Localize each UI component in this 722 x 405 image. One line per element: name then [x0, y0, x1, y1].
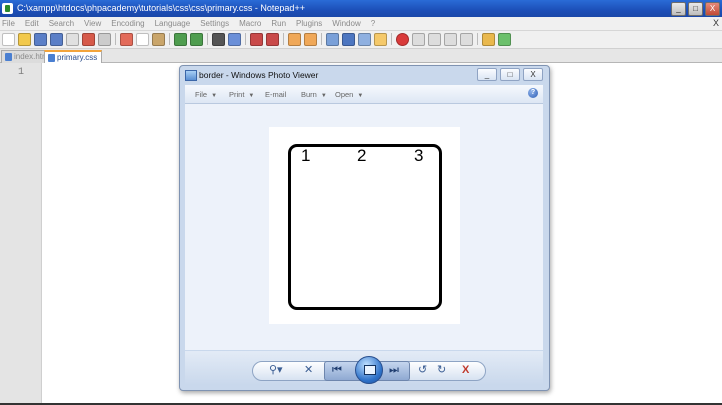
close-all-icon[interactable]: [82, 33, 95, 46]
undo-icon[interactable]: [174, 33, 187, 46]
toolbar-separator: [207, 33, 208, 45]
menu-search[interactable]: Search: [49, 19, 74, 28]
toolbar-separator: [115, 33, 116, 45]
menu-encoding[interactable]: Encoding: [111, 19, 144, 28]
help-icon[interactable]: ?: [528, 88, 538, 98]
zoom-icon[interactable]: ⚲▾: [269, 364, 283, 376]
toolbar-separator: [391, 33, 392, 45]
close-file-icon[interactable]: [66, 33, 79, 46]
slideshow-button[interactable]: [355, 356, 383, 384]
chevron-down-icon: ▼: [357, 93, 364, 99]
line-number: 1: [18, 67, 25, 78]
paste-icon[interactable]: [152, 33, 165, 46]
close-button[interactable]: X: [705, 2, 720, 16]
save-macro-icon[interactable]: [460, 33, 473, 46]
file-icon: [48, 54, 55, 62]
indent-guide-icon[interactable]: [358, 33, 371, 46]
viewer-menu-open[interactable]: Open ▼: [335, 90, 363, 99]
menu-edit[interactable]: Edit: [25, 19, 39, 28]
file-icon: [5, 53, 12, 61]
viewer-menu-file[interactable]: File ▼: [195, 90, 217, 99]
show-all-chars-icon[interactable]: [342, 33, 355, 46]
viewer-minimize-button[interactable]: _: [477, 68, 497, 81]
menu-view[interactable]: View: [84, 19, 101, 28]
viewer-close-button[interactable]: X: [523, 68, 543, 81]
viewer-menu-print[interactable]: Print ▼: [229, 90, 254, 99]
notepad-title-bar: C:\xampp\htdocs\phpacademy\tutorials\css…: [0, 0, 722, 17]
chevron-down-icon: ▼: [211, 93, 218, 99]
copy-icon[interactable]: [136, 33, 149, 46]
photo-viewer-controls: ⚲▾ ✕ ⏮ ⏭ ↺ ↻ X: [185, 351, 543, 385]
photo-viewer-menu-bar: File ▼ Print ▼ E-mail Burn ▼ Open ▼ ?: [185, 85, 543, 104]
record-macro-icon[interactable]: [396, 33, 409, 46]
photo-viewer-app-icon: [185, 70, 197, 81]
menu-language[interactable]: Language: [155, 19, 191, 28]
box-number-1: 1: [301, 146, 311, 165]
zoom-in-icon[interactable]: [250, 33, 263, 46]
line-number-gutter: 1: [0, 63, 42, 403]
notepad-toolbar: [0, 31, 722, 49]
minimize-button[interactable]: _: [671, 2, 686, 16]
box-number-2: 2: [357, 146, 367, 165]
user-language-icon[interactable]: [374, 33, 387, 46]
displayed-image: 1 2 3: [269, 127, 460, 324]
tab-label: primary.css: [57, 53, 98, 62]
replace-icon[interactable]: [228, 33, 241, 46]
find-icon[interactable]: [212, 33, 225, 46]
redo-icon[interactable]: [190, 33, 203, 46]
document-tab-bar: index.html primary.css: [0, 49, 722, 64]
menu-window[interactable]: Window: [332, 19, 360, 28]
toolbar-separator: [169, 33, 170, 45]
next-icon[interactable]: ⏭: [389, 364, 399, 376]
zoom-out-icon[interactable]: [266, 33, 279, 46]
menu-file[interactable]: File: [2, 19, 15, 28]
word-wrap-icon[interactable]: [326, 33, 339, 46]
print-icon[interactable]: [98, 33, 111, 46]
actual-size-icon[interactable]: ✕: [304, 364, 313, 376]
play-multiple-macro-icon[interactable]: [444, 33, 457, 46]
toolbar-separator: [283, 33, 284, 45]
image-display-area: 1 2 3: [185, 104, 543, 350]
photo-viewer-title: border - Windows Photo Viewer: [199, 70, 319, 80]
open-file-icon[interactable]: [18, 33, 31, 46]
notepad-window-title: C:\xampp\htdocs\phpacademy\tutorials\css…: [17, 3, 305, 13]
toolbar-separator: [477, 33, 478, 45]
cut-icon[interactable]: [120, 33, 133, 46]
menu-settings[interactable]: Settings: [200, 19, 229, 28]
rotate-counterclockwise-icon[interactable]: ↺: [418, 364, 427, 376]
stop-macro-icon[interactable]: [412, 33, 425, 46]
box-number-3: 3: [414, 146, 424, 165]
menu-run[interactable]: Run: [271, 19, 286, 28]
menu-plugins[interactable]: Plugins: [296, 19, 322, 28]
viewer-menu-burn[interactable]: Burn ▼: [301, 90, 327, 99]
close-document-button[interactable]: X: [713, 18, 719, 28]
sync-horizontal-icon[interactable]: [304, 33, 317, 46]
menu-macro[interactable]: Macro: [239, 19, 261, 28]
notepad-menu-bar: File Edit Search View Encoding Language …: [0, 17, 722, 31]
previous-icon[interactable]: ⏮: [332, 364, 342, 376]
photo-viewer-title-bar[interactable]: border - Windows Photo Viewer _ □ X: [180, 66, 549, 84]
chevron-down-icon: ▼: [248, 93, 255, 99]
bordered-box: 1 2 3: [288, 144, 442, 310]
tab-primary-css[interactable]: primary.css: [44, 50, 103, 64]
notepad-app-icon: [2, 3, 13, 14]
maximize-button[interactable]: □: [688, 2, 703, 16]
chevron-down-icon: ▼: [320, 93, 327, 99]
save-icon[interactable]: [34, 33, 47, 46]
photo-viewer-window: border - Windows Photo Viewer _ □ X File…: [179, 65, 550, 391]
delete-icon[interactable]: X: [462, 364, 469, 376]
viewer-menu-email[interactable]: E-mail: [265, 90, 286, 99]
toolbar-separator: [245, 33, 246, 45]
viewer-maximize-button[interactable]: □: [500, 68, 520, 81]
new-file-icon[interactable]: [2, 33, 15, 46]
sync-vertical-icon[interactable]: [288, 33, 301, 46]
menu-help[interactable]: ?: [371, 19, 375, 28]
plugin-icon[interactable]: [482, 33, 495, 46]
play-macro-icon[interactable]: [428, 33, 441, 46]
rotate-clockwise-icon[interactable]: ↻: [437, 364, 446, 376]
save-all-icon[interactable]: [50, 33, 63, 46]
spellcheck-icon[interactable]: [498, 33, 511, 46]
toolbar-separator: [321, 33, 322, 45]
